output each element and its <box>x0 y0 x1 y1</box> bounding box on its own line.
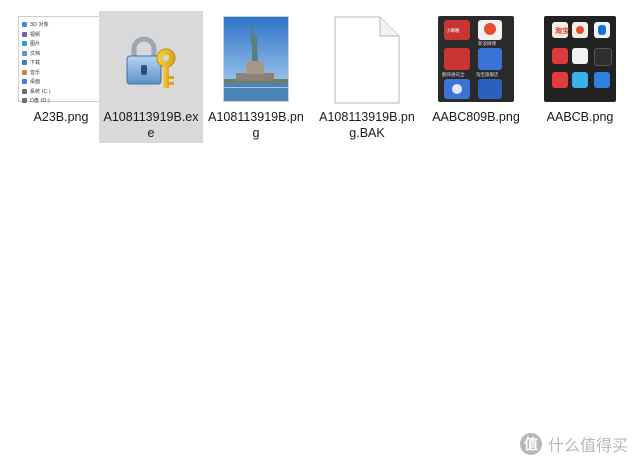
nav-row: 下载 <box>19 58 103 68</box>
file-name: A108113919B.exe <box>103 110 199 140</box>
nav-row: 系统 (C:) <box>19 87 103 97</box>
folder-icon <box>22 31 27 37</box>
nav-label: 音乐 <box>30 69 41 76</box>
folder-icon <box>22 50 27 56</box>
file-name: A23B.png <box>33 110 89 124</box>
folder-icon <box>22 88 27 94</box>
app-label: 淘宝旗舰店 <box>476 73 499 78</box>
statue-of-liberty-thumbnail <box>223 16 289 102</box>
app-icon <box>594 72 610 88</box>
file-item[interactable]: 小喇喔 新浪微博 翻译通讯全 淘宝旗舰店 AABC809B.png <box>424 11 528 143</box>
nav-label: 系统 (C:) <box>30 88 51 95</box>
folder-icon <box>22 41 27 47</box>
folder-icon <box>22 69 27 75</box>
nav-row: 3D 对象 <box>19 20 103 30</box>
brand-watermark: 值 什么值得买 <box>519 432 628 456</box>
add-icon <box>452 84 462 94</box>
file-item[interactable]: A108113919B.png.BAK <box>315 11 419 143</box>
brand-text: 什么值得买 <box>547 436 628 455</box>
nav-label: 视频 <box>30 31 41 38</box>
file-item-selected[interactable]: A108113919B.exe <box>99 11 203 143</box>
file-item[interactable]: A108113919B.png <box>204 11 308 143</box>
nav-row: 音乐 <box>19 68 103 78</box>
app-icon <box>552 72 568 88</box>
nav-label: 下载 <box>30 60 41 67</box>
app-label: 新浪微博 <box>478 42 496 47</box>
phone-screen-thumbnail: 小喇喔 新浪微博 翻译通讯全 淘宝旗舰店 <box>438 16 514 102</box>
nav-row: 文档 <box>19 49 103 59</box>
file-item[interactable]: 3D 对象视频图片文档下载音乐桌面系统 (C:) D盘 (D:) A23B.png <box>9 11 113 143</box>
app-tile <box>444 48 470 70</box>
nav-label: D盘 (D:) <box>30 98 50 105</box>
folder-icon <box>22 22 27 28</box>
nav-row: D盘 (D:) <box>19 96 103 106</box>
app-icon <box>484 23 496 35</box>
nav-row: 图片 <box>19 39 103 49</box>
app-label: 淘宝 <box>555 27 569 35</box>
folder-icon <box>22 79 27 85</box>
blank-document-icon <box>334 16 400 104</box>
nav-label: 图片 <box>30 41 41 48</box>
app-tile <box>478 79 502 99</box>
explorer-screenshot-thumbnail: 3D 对象视频图片文档下载音乐桌面系统 (C:) D盘 (D:) <box>18 16 104 104</box>
phone-screen-thumbnail: 淘宝 <box>544 16 616 102</box>
folder-icon <box>22 98 27 104</box>
app-icon <box>572 72 588 88</box>
app-icon <box>552 48 568 64</box>
app-icon <box>594 48 612 66</box>
file-name: AABCB.png <box>546 110 614 124</box>
app-label: 翻译通讯全 <box>442 73 465 78</box>
brand-logo-icon: 值 <box>519 433 542 455</box>
app-tile <box>478 48 502 70</box>
app-label: 小喇喔 <box>446 29 460 34</box>
file-item[interactable]: 淘宝 AABCB.png <box>528 11 632 143</box>
app-icon <box>598 25 606 35</box>
file-name: A108113919B.png.BAK <box>319 110 415 140</box>
folder-icon <box>22 60 27 66</box>
file-name: A108113919B.png <box>208 110 304 140</box>
lock-key-icon <box>108 16 194 102</box>
nav-row: 桌面 <box>19 77 103 87</box>
app-icon <box>576 26 584 34</box>
nav-label: 桌面 <box>30 79 41 86</box>
nav-label: 文档 <box>30 50 41 57</box>
file-name: AABC809B.png <box>432 110 520 124</box>
dice-icon <box>572 48 588 64</box>
nav-label: 3D 对象 <box>30 22 49 29</box>
nav-row: 视频 <box>19 30 103 40</box>
